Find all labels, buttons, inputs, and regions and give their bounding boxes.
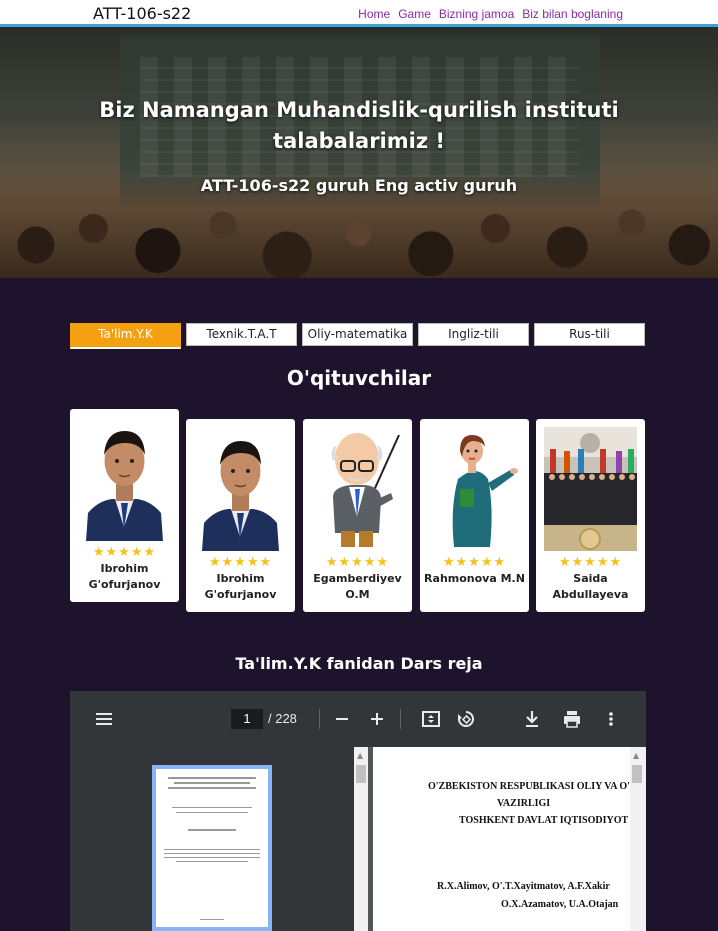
thumbnail-scrollbar[interactable]: ▲ [354, 747, 368, 931]
teacher-name: Saida Abdullayeva [552, 572, 629, 601]
page-number-input[interactable]: 1 [231, 709, 263, 729]
page-scrollbar[interactable]: ▲ [630, 747, 646, 931]
subject-tabs: Ta'lim.Y.K Texnik.T.A.T Oliy-matematika … [70, 323, 646, 349]
hero-banner: Biz Namangan Muhandislik-qurilish instit… [0, 27, 718, 278]
rating-stars: ★★★★★ [92, 545, 157, 560]
teacher-name: Ibrohim G'ofurjanov [88, 562, 161, 591]
zoom-in-icon[interactable] [369, 709, 385, 729]
lesson-plan-heading: Ta'lim.Y.K fanidan Dars reja [235, 654, 483, 673]
nav-link-contact[interactable]: Biz bilan boglaning [522, 7, 623, 21]
tab-texnik[interactable]: Texnik.T.A.T [186, 323, 297, 346]
download-icon[interactable] [523, 709, 541, 729]
print-icon[interactable] [562, 709, 582, 729]
teacher-photo [78, 417, 171, 541]
pdf-page: O'ZBEKISTON RESPUBLIKASI OLIY VA O' VAZI… [373, 747, 630, 931]
pdf-thumbnail-pane [70, 747, 367, 931]
rating-stars: ★★★★★ [558, 555, 623, 570]
hero-title: Biz Namangan Muhandislik-qurilish instit… [99, 98, 619, 153]
teacher-card[interactable]: ★★★★★ Ibrohim G'ofurjanov [186, 419, 295, 612]
toolbar-divider [400, 709, 401, 729]
pdf-page-thumbnail[interactable] [152, 765, 272, 931]
teacher-cartoon-image [311, 427, 404, 551]
menu-icon[interactable] [95, 709, 113, 729]
toolbar-divider [319, 709, 320, 729]
rotate-icon[interactable] [456, 709, 476, 729]
teacher-card[interactable]: ★★★★★ Saida Abdullayeva [536, 419, 645, 612]
teacher-name: Rahmonova M.N [424, 572, 525, 585]
rating-stars: ★★★★★ [325, 555, 390, 570]
teacher-card[interactable]: ★★★★★ Ibrohim G'ofurjanov [70, 409, 179, 602]
teacher-card[interactable]: ★★★★★ Egamberdiyev O.M [303, 419, 412, 612]
brand-logo-text[interactable]: ATT-106-s22 [93, 4, 191, 23]
teacher-photo [194, 427, 287, 551]
rating-stars: ★★★★★ [208, 555, 273, 570]
nav-links: Home Game Bizning jamoa Biz bilan boglan… [358, 7, 623, 21]
tab-ingliz-tili[interactable]: Ingliz-tili [418, 323, 529, 346]
pdf-viewer[interactable]: 1 / 228 ▲ O'ZBEKISTON RESPUBLIKASI OLIY … [70, 691, 646, 931]
hero-subtitle: ATT-106-s22 guruh Eng activ guruh [200, 176, 518, 195]
pdf-toolbar: 1 / 228 [70, 691, 646, 747]
teacher-name: Egamberdiyev O.M [313, 572, 402, 601]
top-navbar: ATT-106-s22 Home Game Bizning jamoa Biz … [0, 0, 718, 27]
scroll-up-icon[interactable]: ▲ [357, 751, 363, 760]
teacher-card[interactable]: ★★★★★ Rahmonova M.N [420, 419, 529, 612]
teacher-cartoon-image [428, 427, 521, 551]
teacher-name: Ibrohim G'ofurjanov [204, 572, 277, 601]
tab-rus-tili[interactable]: Rus-tili [534, 323, 645, 346]
nav-link-team[interactable]: Bizning jamoa [439, 7, 514, 21]
page-text-line: R.X.Alimov, O'.T.Xayitmatov, A.F.Xakir [437, 881, 610, 892]
page-text-line: TOSHKENT DAVLAT IQTISODIYOT [459, 815, 629, 826]
fit-page-icon[interactable] [421, 709, 441, 729]
teachers-heading: O'qituvchilar [286, 366, 432, 390]
scroll-up-icon[interactable]: ▲ [633, 751, 639, 760]
nav-link-game[interactable]: Game [398, 7, 431, 21]
zoom-out-icon[interactable] [334, 709, 350, 729]
page-text-line: VAZIRLIGI [497, 798, 551, 809]
more-options-icon[interactable] [606, 709, 616, 729]
nav-link-home[interactable]: Home [358, 7, 390, 21]
teacher-group-photo [544, 427, 637, 551]
tab-talim[interactable]: Ta'lim.Y.K [70, 323, 181, 349]
page-total: / 228 [268, 711, 297, 726]
tab-oliy-matematika[interactable]: Oliy-matematika [302, 323, 413, 346]
page-text-line: O'ZBEKISTON RESPUBLIKASI OLIY VA O' [428, 781, 630, 792]
rating-stars: ★★★★★ [442, 555, 507, 570]
page-text-line: O.X.Azamatov, U.A.Otajan [501, 899, 619, 910]
